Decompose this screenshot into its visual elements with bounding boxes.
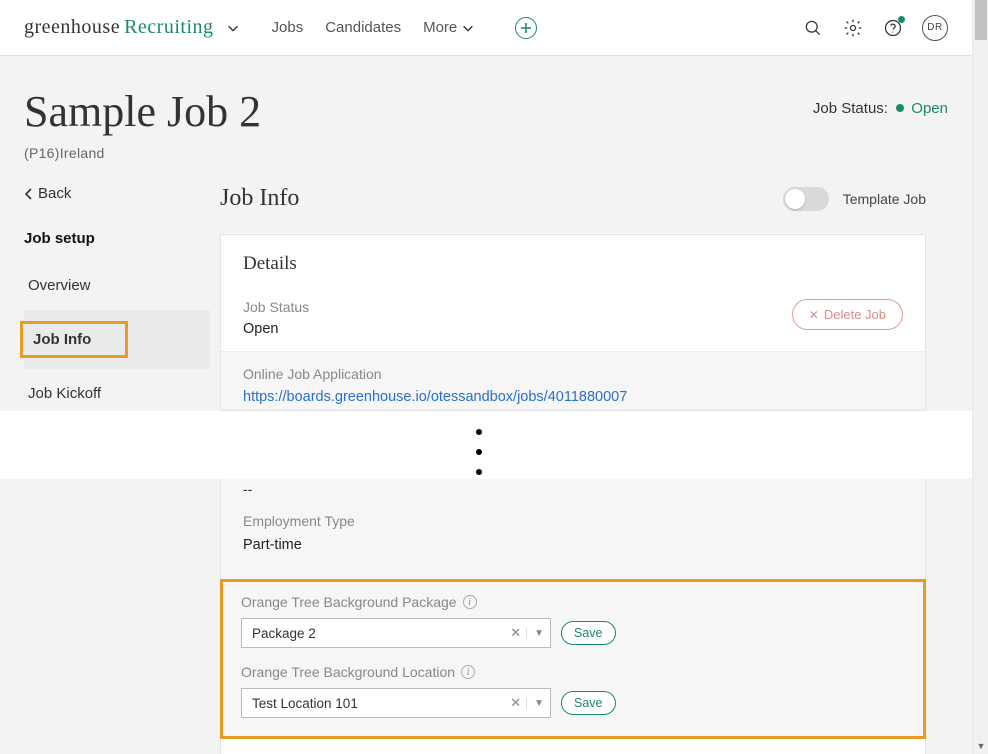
status-dot-icon	[896, 104, 904, 112]
location-label: Orange Tree Background Location	[241, 664, 455, 680]
chevron-down-icon[interactable]: ▼	[526, 698, 544, 709]
search-icon[interactable]	[802, 17, 824, 39]
help-icon[interactable]	[882, 17, 904, 39]
delete-job-button[interactable]: ✕ Delete Job	[792, 299, 903, 330]
save-package-button[interactable]: Save	[561, 621, 616, 645]
chevron-down-icon	[461, 21, 475, 35]
back-link[interactable]: Back	[24, 185, 210, 202]
nav-icons: DR	[802, 15, 948, 41]
sidebar-section-title: Job setup	[24, 230, 210, 247]
sidebar-item-job-info[interactable]: Job Info	[24, 310, 210, 369]
lower-section: -- Employment Type Part-time	[220, 479, 926, 579]
info-icon[interactable]: i	[461, 665, 475, 679]
back-label: Back	[38, 185, 71, 202]
content-break	[0, 411, 972, 479]
job-subtitle: (P16)Ireland	[0, 143, 972, 161]
brand-part1: greenhouse	[24, 16, 120, 39]
template-job-toggle[interactable]	[783, 187, 829, 211]
details-title: Details	[221, 235, 925, 289]
nav-jobs[interactable]: Jobs	[272, 19, 304, 36]
online-app-label: Online Job Application	[243, 366, 903, 382]
page-title: Sample Job 2	[24, 86, 261, 137]
delete-job-label: Delete Job	[824, 307, 886, 322]
sidebar-item-overview[interactable]: Overview	[24, 267, 210, 304]
main-title: Job Info	[220, 185, 299, 212]
nav-more-label: More	[423, 19, 457, 36]
location-value: Test Location 101	[252, 696, 505, 711]
job-status-value: Open	[911, 100, 948, 117]
employment-type-label: Employment Type	[243, 513, 903, 529]
sidebar-item-job-kickoff[interactable]: Job Kickoff	[24, 375, 210, 412]
job-status: Job Status: Open	[813, 86, 948, 117]
gear-icon[interactable]	[842, 17, 864, 39]
details-card: Details Job Status Open ✕ Delete Job	[220, 234, 926, 411]
employment-type-value: Part-time	[243, 537, 903, 553]
nav-candidates[interactable]: Candidates	[325, 19, 401, 36]
scrollbar[interactable]: ▲ ▼	[972, 0, 988, 754]
x-icon: ✕	[809, 308, 819, 322]
nav-links: Jobs Candidates More	[272, 19, 476, 36]
toggle-knob	[785, 189, 805, 209]
scroll-down-icon[interactable]: ▼	[973, 738, 988, 754]
dash-value: --	[243, 479, 903, 513]
package-select[interactable]: Package 2 ✕ ▼	[241, 618, 551, 648]
orange-tree-highlight: Orange Tree Background Package i Package…	[220, 579, 926, 739]
package-value: Package 2	[252, 626, 505, 641]
job-status-field-label: Job Status	[243, 299, 309, 315]
nav-more[interactable]: More	[423, 19, 475, 36]
save-location-button[interactable]: Save	[561, 691, 616, 715]
brand-caret-icon[interactable]	[226, 21, 240, 35]
plus-icon	[520, 22, 532, 34]
brand[interactable]: greenhouse Recruiting	[24, 16, 214, 39]
job-status-label: Job Status:	[813, 100, 888, 117]
online-app-link[interactable]: https://boards.greenhouse.io/otessandbox…	[243, 389, 627, 405]
template-job-label: Template Job	[843, 191, 926, 207]
sidebar-item-job-info-label: Job Info	[20, 321, 128, 358]
add-button[interactable]	[515, 17, 537, 39]
clear-icon[interactable]: ✕	[505, 625, 526, 641]
chevron-left-icon	[24, 188, 34, 200]
chevron-down-icon[interactable]: ▼	[526, 628, 544, 639]
main-panel: Job Info Template Job Details	[210, 185, 972, 754]
package-label: Orange Tree Background Package	[241, 594, 457, 610]
notification-dot	[898, 16, 905, 23]
top-nav: greenhouse Recruiting Jobs Candidates Mo…	[0, 0, 972, 56]
avatar[interactable]: DR	[922, 15, 948, 41]
job-status-field-value: Open	[243, 321, 309, 337]
team-responsibilities-row: Team and Responsibilities i	[220, 739, 926, 754]
location-select[interactable]: Test Location 101 ✕ ▼	[241, 688, 551, 718]
clear-icon[interactable]: ✕	[505, 695, 526, 711]
scroll-thumb[interactable]	[975, 0, 987, 40]
info-icon[interactable]: i	[463, 595, 477, 609]
brand-part2: Recruiting	[124, 16, 213, 39]
